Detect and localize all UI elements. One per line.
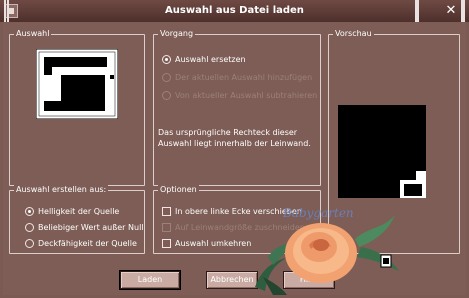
radio-label: Auswahl ersetzen bbox=[175, 55, 246, 64]
radio-button bbox=[162, 73, 171, 82]
checkbox[interactable] bbox=[162, 207, 171, 216]
auswahl-group: Auswahl bbox=[9, 29, 145, 186]
radio-label: Der aktuellen Auswahl hinzufügen bbox=[175, 73, 313, 82]
radio-subtract-selection: Von aktueller Auswahl subtrahieren bbox=[162, 91, 317, 100]
radio-button bbox=[162, 91, 171, 100]
checkbox bbox=[162, 223, 171, 232]
radio-button[interactable] bbox=[25, 207, 34, 216]
erstellen-group: Auswahl erstellen aus: Helligkeit der Qu… bbox=[9, 185, 145, 254]
checkbox-label: Auswahl umkehren bbox=[175, 239, 252, 248]
radio-button[interactable] bbox=[25, 223, 34, 232]
radio-add-selection: Der aktuellen Auswahl hinzufügen bbox=[162, 73, 312, 82]
dialog-client-area: Auswahl Vorgang Auswahl ersetzen Der akt… bbox=[3, 22, 466, 295]
radio-button[interactable] bbox=[162, 55, 171, 64]
title-bar[interactable]: Auswahl aus Datei laden ✕ bbox=[0, 0, 469, 22]
vorgang-group: Vorgang Auswahl ersetzen Der aktuellen A… bbox=[153, 29, 321, 186]
radio-source-opacity[interactable]: Deckfähigkeit der Quelle bbox=[25, 239, 137, 248]
window-title: Auswahl aus Datei laden bbox=[165, 5, 304, 16]
watermark-text: Babygarten bbox=[282, 206, 354, 220]
load-button[interactable]: Laden bbox=[119, 270, 181, 290]
radio-label: Deckfähigkeit der Quelle bbox=[38, 239, 137, 248]
radio-label: Helligkeit der Quelle bbox=[38, 207, 120, 216]
radio-nonzero-value[interactable]: Beliebiger Wert außer Null bbox=[25, 223, 144, 232]
auswahl-group-legend: Auswahl bbox=[14, 29, 52, 38]
preview-image bbox=[338, 105, 426, 198]
radio-replace-selection[interactable]: Auswahl ersetzen bbox=[162, 55, 246, 64]
selection-info-text: Das ursprüngliche Rechteck dieser Auswah… bbox=[158, 128, 311, 148]
selection-thumbnail bbox=[36, 49, 118, 119]
checkbox-invert-selection[interactable]: Auswahl umkehren bbox=[162, 239, 251, 248]
radio-label: Beliebiger Wert außer Null bbox=[38, 223, 144, 232]
radio-source-brightness[interactable]: Helligkeit der Quelle bbox=[25, 207, 119, 216]
vorgang-group-legend: Vorgang bbox=[158, 29, 196, 38]
vorschau-group-legend: Vorschau bbox=[333, 29, 374, 38]
erstellen-group-legend: Auswahl erstellen aus: bbox=[14, 185, 109, 194]
optionen-group-legend: Optionen bbox=[158, 185, 199, 194]
checkbox[interactable] bbox=[162, 239, 171, 248]
close-button[interactable]: ✕ bbox=[443, 3, 459, 18]
rose-decoration-image: Babygarten bbox=[255, 206, 399, 295]
radio-button[interactable] bbox=[25, 239, 34, 248]
radio-label: Von aktueller Auswahl subtrahieren bbox=[175, 91, 318, 100]
